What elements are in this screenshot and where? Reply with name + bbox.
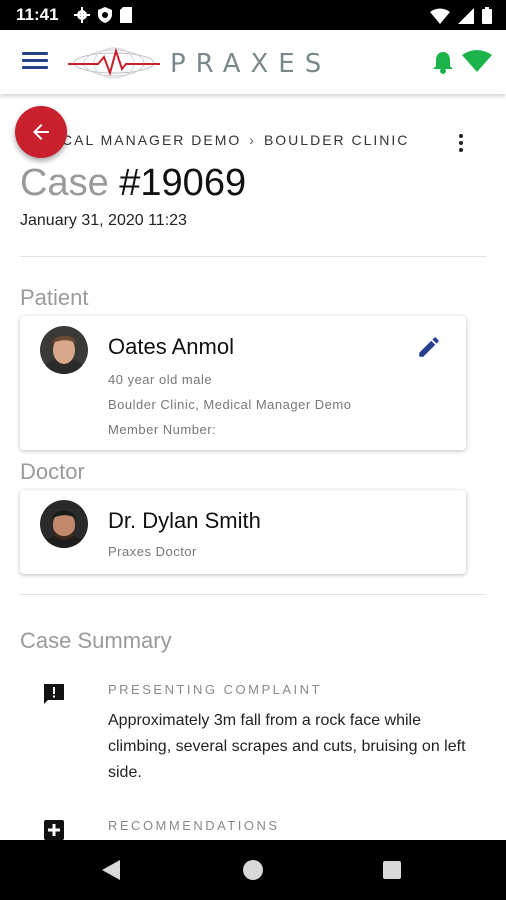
breadcrumb-item-organization[interactable]: CAL MANAGER DEMO [62,132,241,148]
hamburger-menu-icon[interactable] [20,49,50,75]
shield-icon [98,7,112,23]
nav-back-icon[interactable] [102,860,120,880]
divider [20,256,486,257]
sd-card-icon [120,7,132,23]
connection-status-icon[interactable] [462,50,492,72]
breadcrumb: CAL MANAGER DEMO › BOULDER CLINIC [62,132,409,148]
breadcrumb-separator: › [249,132,256,148]
status-icons-right [430,7,492,24]
patient-name: Oates Anmol [108,334,234,359]
doctor-section-label: Doctor [20,459,85,484]
breadcrumb-item-clinic[interactable]: BOULDER CLINIC [264,132,409,148]
medical-plus-icon [44,820,64,840]
gear-icon [74,7,90,23]
page-title: Case #19069 [20,162,246,205]
doctor-role: Praxes Doctor [108,544,197,559]
divider [20,594,486,595]
nav-home-icon[interactable] [243,860,263,880]
patient-avatar [40,326,88,374]
edit-icon[interactable] [416,334,442,360]
recommendations-heading: RECOMMENDATIONS [108,818,280,833]
status-time: 11:41 [16,5,59,24]
bell-icon[interactable] [432,50,454,74]
patient-section-label: Patient [20,285,89,310]
case-label: Case [20,162,109,204]
back-button[interactable] [15,106,67,158]
doctor-card[interactable]: Dr. Dylan Smith Praxes Doctor [20,490,466,574]
case-number: #19069 [119,162,247,204]
status-icons-left [74,7,132,23]
praxes-logo: PRAXES [68,43,321,83]
case-summary-section-label: Case Summary [20,628,172,653]
arrow-back-icon [33,124,49,140]
battery-icon [482,7,492,24]
more-options-icon[interactable] [453,134,469,158]
presenting-complaint-heading: PRESENTING COMPLAINT [108,682,322,697]
patient-location: Boulder Clinic, Medical Manager Demo [108,397,352,412]
logo-mark [68,47,160,79]
system-navigation-bar [0,840,506,900]
patient-member-number: Member Number: [108,422,217,437]
status-bar: 11:41 [0,0,506,30]
doctor-avatar [40,500,88,548]
signal-icon [458,7,474,24]
case-date: January 31, 2020 11:23 [20,212,187,229]
app-bar: PRAXES [0,30,506,94]
presenting-complaint-text: Approximately 3m fall from a rock face w… [108,712,466,781]
patient-card[interactable]: Oates Anmol 40 year old male Boulder Cli… [20,316,466,450]
nav-recents-icon[interactable] [383,861,401,879]
logo-text: PRAXES [170,49,332,79]
patient-details: 40 year old male [108,372,213,387]
doctor-name: Dr. Dylan Smith [108,508,261,533]
feedback-icon [44,684,64,704]
wifi-icon [430,8,450,24]
